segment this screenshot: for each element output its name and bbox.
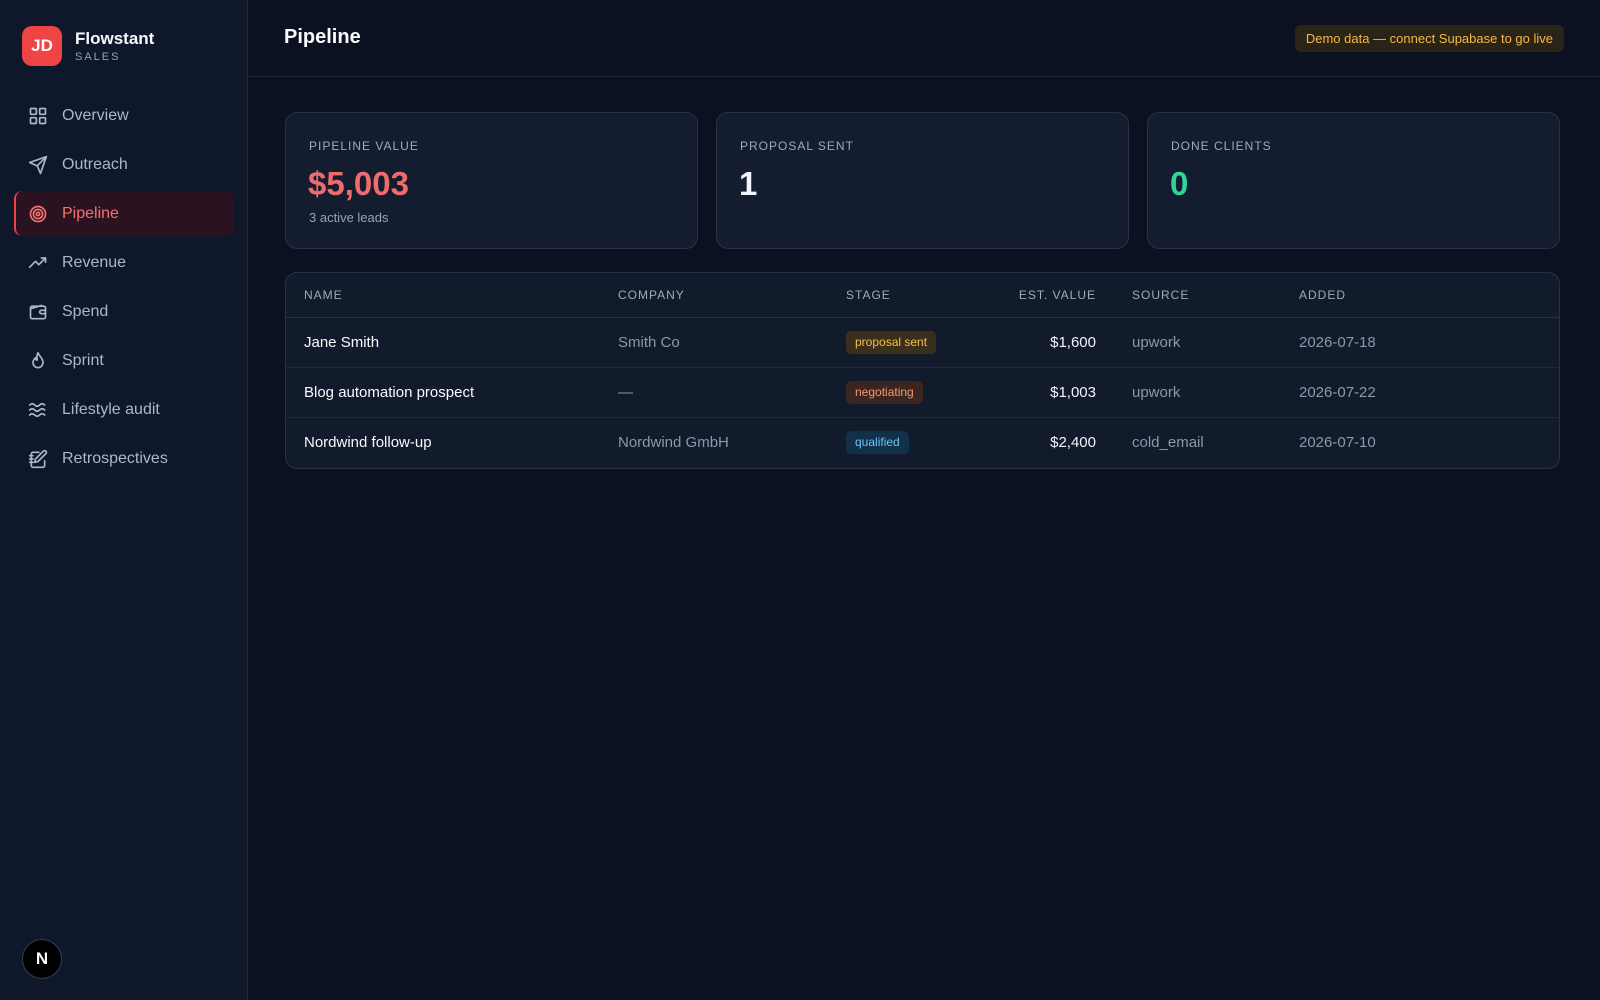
sidebar-item-label: Revenue [62, 253, 127, 271]
card-done-clients: DONE CLIENTS 0 [1147, 112, 1560, 249]
cell-company: Nordwind GmbH [618, 433, 729, 451]
cell-spacer [1096, 417, 1132, 467]
sidebar-item-pipeline[interactable]: Pipeline [14, 191, 234, 236]
cell-est-value: $1,003 [1005, 367, 1096, 418]
send-icon [28, 155, 48, 174]
cell-spacer [1096, 367, 1132, 418]
column-header-source[interactable]: SOURCE [1132, 273, 1299, 318]
sidebar-item-label: Outreach [62, 155, 128, 173]
cell-stage: negotiating [846, 367, 1005, 418]
sidebar-item-label: Pipeline [62, 204, 119, 222]
card-proposal-sent: PROPOSAL SENT 1 [716, 112, 1129, 249]
card-value: 0 [1170, 165, 1189, 202]
column-header-company[interactable]: COMPANY [618, 273, 846, 318]
avatar[interactable]: JD [22, 26, 62, 66]
brand-subtitle: SALES [75, 51, 121, 63]
cell-source: upwork [1132, 367, 1299, 418]
target-icon [29, 205, 47, 222]
sidebar-item-label: Retrospectives [62, 449, 168, 467]
brand-text: Flowstant SALES [75, 29, 154, 63]
card-pipeline-value: PIPELINE VALUE $5,003 3 active leads [285, 112, 698, 249]
brand: JD Flowstant SALES [22, 26, 154, 66]
app-logo-button[interactable]: N [22, 939, 62, 979]
sidebar-item-label: Overview [62, 106, 129, 124]
column-spacer [1096, 273, 1132, 318]
cell-name: Jane Smith [286, 317, 618, 368]
card-label: DONE CLIENTS [1171, 139, 1272, 153]
card-label: PROPOSAL SENT [740, 139, 854, 153]
demo-data-badge: Demo data — connect Supabase to go live [1294, 25, 1564, 52]
cell-spacer [1096, 317, 1132, 368]
cell-added: 2026-07-10 [1299, 433, 1376, 451]
cell-name: Blog automation prospect [286, 367, 618, 418]
waves-icon [28, 402, 46, 417]
column-header-name[interactable]: NAME [286, 273, 618, 318]
sidebar: JD Flowstant SALES Overview Outreach Pip… [0, 0, 248, 1000]
cell-added: 2026-07-22 [1299, 367, 1559, 418]
stat-cards: PIPELINE VALUE $5,003 3 active leads PRO… [285, 112, 1560, 249]
table-row[interactable]: Blog automation prospect — negotiating $… [286, 367, 1559, 418]
cell-est-value: $1,600 [1005, 317, 1096, 368]
cell-company: Smith Co [618, 317, 846, 368]
card-subtext: 3 active leads [309, 210, 389, 225]
pipeline-table: NAME COMPANY STAGE EST. VALUE SOURCE ADD… [285, 272, 1560, 469]
column-header-est-value[interactable]: EST. VALUE [1005, 273, 1096, 318]
sidebar-item-sprint[interactable]: Sprint [14, 338, 234, 383]
flame-icon [32, 351, 44, 368]
sidebar-item-revenue[interactable]: Revenue [14, 240, 234, 285]
card-value: 1 [739, 165, 758, 202]
sidebar-item-label: Spend [62, 302, 109, 320]
sidebar-item-label: Lifestyle audit [62, 400, 160, 418]
column-header-added[interactable]: ADDED [1299, 273, 1559, 318]
brand-name: Flowstant [75, 29, 155, 48]
cell-added: 2026-07-18 [1299, 317, 1559, 368]
table-header-row: NAME COMPANY STAGE EST. VALUE SOURCE ADD… [286, 273, 1559, 318]
table-row[interactable]: Nordwind follow-up Nordwind GmbH qualifi… [286, 417, 1559, 467]
card-label: PIPELINE VALUE [309, 139, 419, 153]
notebook-pen-icon [28, 449, 48, 468]
table-row[interactable]: Jane Smith Smith Co proposal sent $1,600… [286, 317, 1559, 368]
wallet-icon [29, 304, 47, 319]
cell-source: cold_email [1132, 433, 1204, 451]
cell-stage: proposal sent [846, 317, 1005, 368]
cell-company: — [618, 367, 846, 418]
sidebar-item-spend[interactable]: Spend [14, 289, 234, 334]
sidebar-item-lifestyle-audit[interactable]: Lifestyle audit [14, 387, 234, 432]
page-title: Pipeline [284, 26, 361, 48]
sidebar-item-outreach[interactable]: Outreach [14, 142, 234, 187]
stage-badge: proposal sent [846, 330, 937, 354]
sidebar-item-overview[interactable]: Overview [14, 93, 234, 138]
sidebar-item-label: Sprint [62, 351, 104, 369]
stage-badge: qualified [846, 430, 909, 454]
trending-up-icon [28, 256, 47, 268]
sidebar-item-retrospectives[interactable]: Retrospectives [14, 436, 234, 481]
sidebar-nav: Overview Outreach Pipeline Revenue Spend… [14, 93, 234, 485]
grid-icon [29, 107, 47, 124]
cell-stage: qualified [846, 417, 1005, 467]
card-value: $5,003 [308, 165, 409, 202]
column-header-stage[interactable]: STAGE [846, 273, 1005, 318]
cell-est-value: $2,400 [1050, 433, 1096, 451]
cell-name: Nordwind follow-up [304, 433, 432, 451]
cell-source: upwork [1132, 317, 1299, 368]
stage-badge: negotiating [846, 380, 923, 404]
header: Pipeline Demo data — connect Supabase to… [249, 0, 1600, 77]
